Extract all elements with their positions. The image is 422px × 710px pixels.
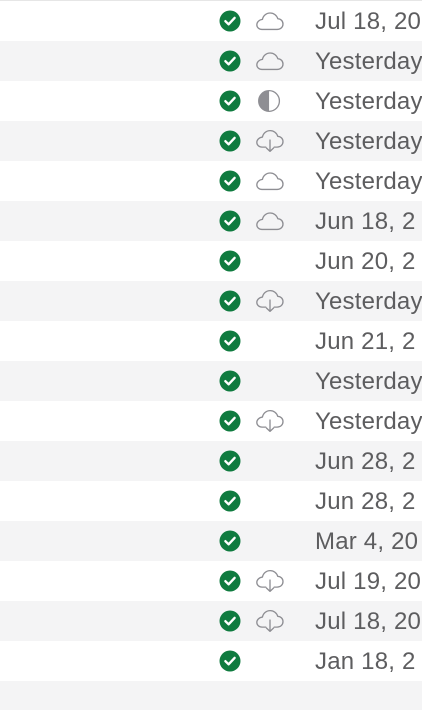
file-row[interactable]: Jun 28, 2 xyxy=(0,441,422,481)
date-modified: Jan 18, 2 xyxy=(315,648,416,675)
file-row[interactable]: Jun 18, 2 xyxy=(0,201,422,241)
date-modified: Jun 20, 2 xyxy=(315,248,416,275)
date-modified: Jun 21, 2 xyxy=(315,328,416,355)
checkmark-circle-icon xyxy=(219,370,241,392)
checkmark-circle-icon xyxy=(219,530,241,552)
checkmark-circle-icon xyxy=(219,170,241,192)
file-row[interactable]: Jun 28, 2 xyxy=(0,481,422,521)
date-modified: Yesterday xyxy=(315,408,422,435)
file-row[interactable]: Yesterday xyxy=(0,401,422,441)
date-modified: Jul 18, 20 xyxy=(315,8,422,35)
cloud-download-icon[interactable] xyxy=(254,609,286,633)
cloud-icon xyxy=(254,209,286,233)
checkmark-circle-icon xyxy=(219,650,241,672)
date-modified: Jul 18, 20 xyxy=(315,608,422,635)
file-row[interactable] xyxy=(0,681,422,710)
checkmark-circle-icon xyxy=(219,10,241,32)
date-modified: Yesterday xyxy=(315,368,422,395)
file-row[interactable]: Jan 18, 2 xyxy=(0,641,422,681)
file-row[interactable]: Yesterday xyxy=(0,361,422,401)
checkmark-circle-icon xyxy=(219,570,241,592)
date-modified: Jun 28, 2 xyxy=(315,448,416,475)
cloud-icon xyxy=(254,169,286,193)
file-row[interactable]: Mar 4, 20 xyxy=(0,521,422,561)
checkmark-circle-icon xyxy=(219,210,241,232)
cloud-icon xyxy=(254,9,286,33)
file-row[interactable]: Jun 20, 2 xyxy=(0,241,422,281)
date-modified: Yesterday xyxy=(315,88,422,115)
cloud-download-icon[interactable] xyxy=(254,409,286,433)
file-row[interactable]: Jul 18, 20 xyxy=(0,601,422,641)
file-row[interactable]: Yesterday xyxy=(0,161,422,201)
checkmark-circle-icon xyxy=(219,610,241,632)
half-circle-icon xyxy=(254,89,286,113)
cloud-download-icon[interactable] xyxy=(254,289,286,313)
checkmark-circle-icon xyxy=(219,250,241,272)
file-row[interactable]: Yesterday xyxy=(0,81,422,121)
checkmark-circle-icon xyxy=(219,50,241,72)
date-modified: Yesterday xyxy=(315,48,422,75)
file-list: Jul 18, 20 Yesterday Yesterday Yesterday Yes… xyxy=(0,0,422,710)
cloud-download-icon[interactable] xyxy=(254,129,286,153)
file-row[interactable]: Jun 21, 2 xyxy=(0,321,422,361)
file-row[interactable]: Yesterday xyxy=(0,121,422,161)
date-modified: Yesterday xyxy=(315,168,422,195)
cloud-download-icon[interactable] xyxy=(254,569,286,593)
checkmark-circle-icon xyxy=(219,330,241,352)
file-row[interactable]: Jul 18, 20 xyxy=(0,1,422,41)
cloud-icon xyxy=(254,49,286,73)
date-modified: Jun 28, 2 xyxy=(315,488,416,515)
date-modified: Jun 18, 2 xyxy=(315,208,416,235)
date-modified: Yesterday xyxy=(315,288,422,315)
file-row[interactable]: Yesterday xyxy=(0,41,422,81)
checkmark-circle-icon xyxy=(219,130,241,152)
checkmark-circle-icon xyxy=(219,90,241,112)
file-row[interactable]: Jul 19, 20 xyxy=(0,561,422,601)
file-row[interactable]: Yesterday xyxy=(0,281,422,321)
checkmark-circle-icon xyxy=(219,490,241,512)
date-modified: Yesterday xyxy=(315,128,422,155)
date-modified: Mar 4, 20 xyxy=(315,528,419,555)
checkmark-circle-icon xyxy=(219,290,241,312)
date-modified: Jul 19, 20 xyxy=(315,568,422,595)
checkmark-circle-icon xyxy=(219,450,241,472)
checkmark-circle-icon xyxy=(219,410,241,432)
